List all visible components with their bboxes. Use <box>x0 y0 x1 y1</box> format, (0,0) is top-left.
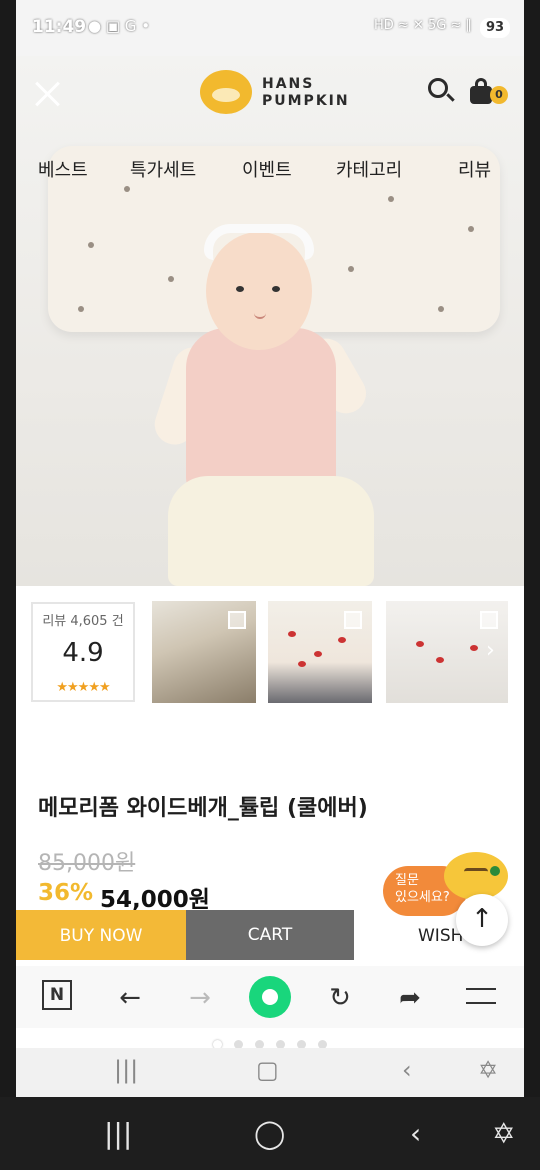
baby-image <box>186 328 336 498</box>
review-thumbnail[interactable] <box>152 601 256 703</box>
page-indicator <box>16 1034 524 1049</box>
green-dot-icon[interactable] <box>249 976 291 1018</box>
battery-icon: 93 <box>480 18 510 38</box>
review-summary[interactable]: 리뷰 4,605 건 4.9 ★★★★★ <box>31 602 135 702</box>
menu-icon[interactable] <box>466 988 496 1004</box>
gallery-icon <box>228 611 246 629</box>
brand-logo[interactable]: HANS PUMPKIN <box>200 68 360 120</box>
pumpkin-logo-icon <box>200 70 252 114</box>
gallery-icon <box>344 611 362 629</box>
mascot-icon[interactable] <box>444 852 508 900</box>
close-icon[interactable] <box>34 80 62 108</box>
system-recents-icon[interactable]: ||| <box>104 1117 132 1150</box>
scroll-to-top-button[interactable]: ↑ <box>456 894 508 946</box>
share-icon[interactable]: ➦ <box>392 980 428 1016</box>
review-thumbnail[interactable] <box>268 601 372 703</box>
star-rating: ★★★★★ <box>56 680 110 695</box>
review-score: 4.9 <box>62 638 104 668</box>
forward-arrow-icon[interactable]: → <box>182 980 218 1016</box>
status-time: 11:49 <box>32 17 87 37</box>
home-icon[interactable]: ▢ <box>256 1056 279 1084</box>
discount-rate: 36% <box>38 880 94 906</box>
system-navigation-bar: ||| ◯ ‹ ✡ <box>0 1097 540 1170</box>
original-price: 85,000원 <box>38 851 136 876</box>
cart-count-badge: 0 <box>490 86 508 104</box>
nav-item-best[interactable]: 베스트 <box>38 156 88 182</box>
search-icon[interactable] <box>428 78 448 98</box>
buy-now-button[interactable]: BUY NOW <box>16 910 186 960</box>
category-nav: 베스트 특가세트 이벤트 카테고리 리뷰 <box>16 150 524 190</box>
site-header: HANS PUMPKIN 0 <box>16 56 524 132</box>
brand-name-line2: PUMPKIN <box>262 93 350 109</box>
system-home-icon[interactable]: ◯ <box>254 1117 285 1150</box>
nav-item-special-set[interactable]: 특가세트 <box>130 156 196 182</box>
chevron-right-icon[interactable]: › <box>486 638 495 663</box>
browser-toolbar: N ← → ↻ ➦ <box>16 966 524 1028</box>
back-arrow-icon[interactable]: ← <box>112 980 148 1016</box>
inner-navigation-bar: ||| ▢ ‹ ✡ <box>16 1048 524 1097</box>
nav-item-event[interactable]: 이벤트 <box>242 156 292 182</box>
status-bar: 11:49 ● ▣ G • HD ≈ ✕ 5G ≈ ∥ 93 <box>16 0 524 56</box>
review-count: 리뷰 4,605 건 <box>42 614 124 629</box>
accessibility-icon[interactable]: ✡ <box>478 1056 498 1084</box>
system-back-icon[interactable]: ‹ <box>410 1117 421 1150</box>
thumbnail-strip: 리뷰 4,605 건 4.9 ★★★★★ › <box>16 598 524 706</box>
signal-icons: HD ≈ ✕ 5G ≈ ∥ <box>374 18 472 33</box>
back-icon[interactable]: ‹ <box>402 1056 412 1084</box>
phone-screen: 11:49 ● ▣ G • HD ≈ ✕ 5G ≈ ∥ 93 HANS PUMP… <box>16 0 524 1097</box>
gallery-icon <box>480 611 498 629</box>
nav-item-category[interactable]: 카테고리 <box>336 156 402 182</box>
brand-name-line1: HANS <box>262 76 315 92</box>
refresh-icon[interactable]: ↻ <box>322 980 358 1016</box>
qna-line2: 있으세요? <box>395 890 450 905</box>
recents-icon[interactable]: ||| <box>114 1056 138 1084</box>
nav-item-review[interactable]: 리뷰 <box>458 156 491 182</box>
purchase-action-bar: BUY NOW CART WISH <box>16 910 524 960</box>
sale-price: 54,000원 <box>100 887 210 913</box>
naver-home-icon[interactable]: N <box>42 980 72 1010</box>
add-to-cart-button[interactable]: CART <box>186 910 354 960</box>
product-hero-image[interactable] <box>16 56 524 586</box>
product-title: 메모리폼 와이드베개_튤립 (쿨에버) <box>38 796 368 821</box>
notification-icons: ● ▣ G • <box>88 17 151 35</box>
system-accessibility-icon[interactable]: ✡ <box>492 1117 515 1150</box>
